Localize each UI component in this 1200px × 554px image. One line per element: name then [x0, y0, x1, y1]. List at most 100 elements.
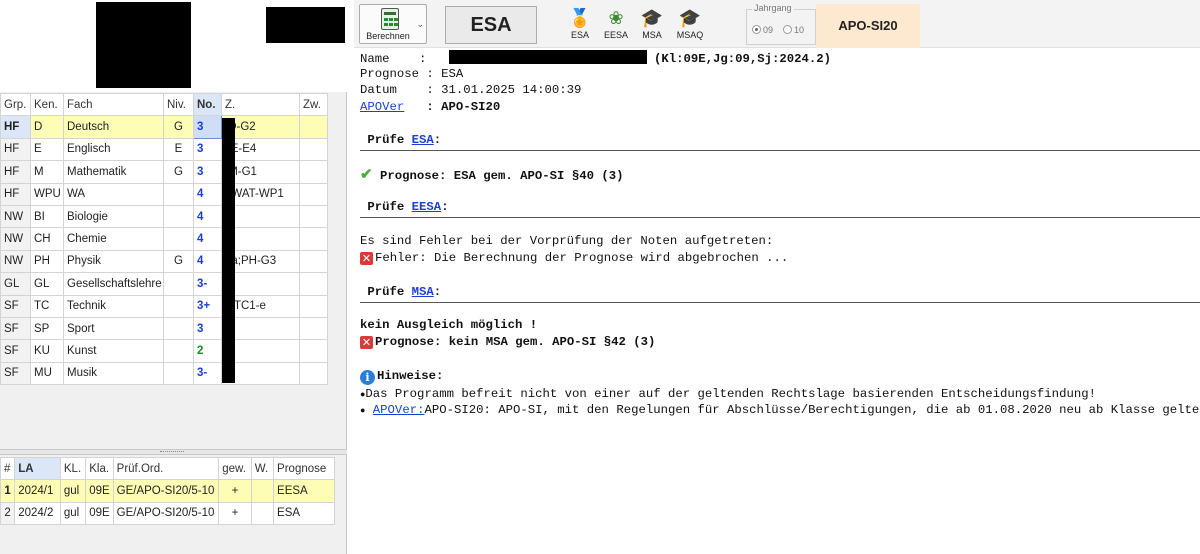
cell-fach[interactable]: Chemie — [63, 227, 164, 251]
cell-ken[interactable]: MU — [30, 361, 64, 386]
award-msaq[interactable]: 🎓 MSAQ — [672, 6, 708, 40]
cell-niv[interactable]: G — [163, 249, 194, 274]
cell-no[interactable]: 3 — [193, 115, 222, 139]
cell-n[interactable]: 1 — [0, 479, 16, 503]
cell-ken[interactable]: E — [30, 137, 64, 162]
cell-grp[interactable]: GL — [0, 272, 31, 296]
cell-la[interactable]: 2024/1 — [14, 479, 61, 503]
hint2-apover-link[interactable]: APOVer: — [373, 403, 425, 417]
apover-link[interactable]: APOVer — [360, 100, 404, 114]
pane-splitter[interactable] — [0, 449, 347, 455]
col-header-num[interactable]: # — [0, 456, 16, 481]
cell-ken[interactable]: CH — [30, 227, 64, 251]
cell-niv[interactable] — [163, 182, 194, 206]
col-header-prognose[interactable]: Prognose — [273, 456, 335, 481]
col-header-niv[interactable]: Niv. — [163, 92, 194, 117]
cell-fach[interactable]: WA — [63, 182, 164, 206]
cell-fach[interactable]: Deutsch — [63, 115, 164, 139]
col-header-zw[interactable]: Zw. — [299, 92, 328, 117]
cell-no[interactable]: 3 — [193, 160, 222, 184]
table-row[interactable]: HF E Englisch E 3 l;E-E4 — [0, 137, 328, 162]
cell-w[interactable] — [250, 479, 275, 503]
cell-grp[interactable]: HF — [0, 115, 31, 139]
cell-ken[interactable]: D — [30, 115, 64, 139]
cell-ken[interactable]: KU — [30, 339, 64, 363]
cell-no[interactable]: 3 — [193, 316, 222, 341]
cell-grp[interactable]: NW — [0, 204, 31, 229]
col-header-la[interactable]: LA — [14, 456, 61, 481]
award-eesa[interactable]: ❀ EESA — [598, 6, 634, 40]
cell-no[interactable]: 3+ — [193, 294, 222, 318]
cell-grp[interactable]: HF — [0, 182, 31, 206]
esa-button[interactable]: ESA — [445, 6, 537, 44]
cell-ken[interactable]: SP — [30, 316, 64, 341]
cell-gew[interactable]: + — [218, 479, 252, 503]
cell-la[interactable]: 2024/2 — [14, 501, 61, 526]
cell-niv[interactable] — [163, 339, 194, 363]
pruefe-msa-link[interactable]: MSA — [412, 285, 434, 299]
col-header-gew[interactable]: gew. — [218, 456, 252, 481]
jahrgang-option-09[interactable]: 09 — [752, 25, 773, 35]
cell-zw[interactable] — [299, 227, 328, 251]
cell-zw[interactable] — [299, 294, 328, 318]
col-header-pruef-ord[interactable]: Prüf.Ord. — [112, 456, 220, 481]
cell-pord[interactable]: GE/APO-SI20/5-10 — [112, 501, 220, 526]
cell-no[interactable]: 4 — [193, 249, 222, 274]
calculate-button[interactable]: ⌄ Berechnen — [359, 4, 427, 44]
cell-ken[interactable]: M — [30, 160, 64, 184]
cell-zw[interactable] — [299, 115, 328, 139]
cell-no[interactable]: 3 — [193, 137, 222, 162]
table-row[interactable]: NWBIBiologie4k — [0, 204, 328, 229]
cell-no[interactable]: 3- — [193, 361, 222, 386]
cell-fach[interactable]: Sport — [63, 316, 164, 341]
table-row[interactable]: 2 2024/2 gul 09E GE/APO-SI20/5-10 + ESA — [0, 501, 335, 526]
cell-kl[interactable]: gul — [59, 479, 87, 503]
cell-ken[interactable]: GL — [30, 272, 64, 296]
cell-prog[interactable]: ESA — [273, 501, 335, 526]
cell-grp[interactable]: SF — [0, 361, 31, 386]
col-header-ken[interactable]: Ken. — [30, 92, 64, 117]
table-row[interactable]: HF D Deutsch G 3 ;D-G2 — [0, 115, 328, 139]
cell-zw[interactable] — [299, 182, 328, 206]
cell-fach[interactable]: Kunst — [63, 339, 164, 363]
cell-fach[interactable]: Englisch — [63, 137, 164, 162]
cell-niv[interactable] — [163, 294, 194, 318]
table-row[interactable]: SFMUMusik3-w — [0, 361, 328, 386]
cell-pord[interactable]: GE/APO-SI20/5-10 — [112, 479, 220, 503]
cell-kl[interactable]: gul — [59, 501, 87, 526]
award-esa[interactable]: 🏅 ESA — [562, 6, 598, 40]
cell-niv[interactable] — [163, 204, 194, 229]
cell-ken[interactable]: BI — [30, 204, 64, 229]
cell-grp[interactable]: SF — [0, 339, 31, 363]
table-row[interactable]: NW PH Physik G 4 aa;PH-G3 — [0, 249, 328, 274]
cell-fach[interactable]: Gesellschaftslehre — [63, 272, 164, 296]
cell-zw[interactable] — [299, 160, 328, 184]
cell-grp[interactable]: HF — [0, 160, 31, 184]
cell-grp[interactable]: SF — [0, 294, 31, 318]
cell-zw[interactable] — [299, 272, 328, 296]
table-row[interactable]: GLGLGesellschaftslehre3-c — [0, 272, 328, 296]
cell-zw[interactable] — [299, 316, 328, 341]
pruefe-esa-link[interactable]: ESA — [412, 133, 434, 147]
col-header-fach[interactable]: Fach — [63, 92, 164, 117]
cell-fach[interactable]: Technik — [63, 294, 164, 318]
table-row[interactable]: HF M Mathematik G 3 ;M-G1 — [0, 160, 328, 184]
cell-niv[interactable] — [163, 316, 194, 341]
cell-gew[interactable]: + — [218, 501, 252, 526]
cell-niv[interactable]: E — [163, 137, 194, 162]
table-row[interactable]: SF TC Technik 3+ k;TC1-e — [0, 294, 328, 318]
cell-prog[interactable]: EESA — [273, 479, 335, 503]
cell-grp[interactable]: NW — [0, 249, 31, 274]
cell-fach[interactable]: Physik — [63, 249, 164, 274]
cell-niv[interactable]: G — [163, 160, 194, 184]
cell-w[interactable] — [250, 501, 275, 526]
col-header-kla[interactable]: Kla. — [85, 456, 114, 481]
cell-fach[interactable]: Musik — [63, 361, 164, 386]
cell-zw[interactable] — [299, 249, 328, 274]
cell-fach[interactable]: Mathematik — [63, 160, 164, 184]
award-msa[interactable]: 🎓 MSA — [634, 6, 670, 40]
cell-niv[interactable]: G — [163, 115, 194, 139]
cell-no[interactable]: 4 — [193, 182, 222, 206]
radio-selected-icon[interactable] — [752, 25, 761, 34]
jahrgang-option-10[interactable]: 10 — [783, 25, 804, 35]
